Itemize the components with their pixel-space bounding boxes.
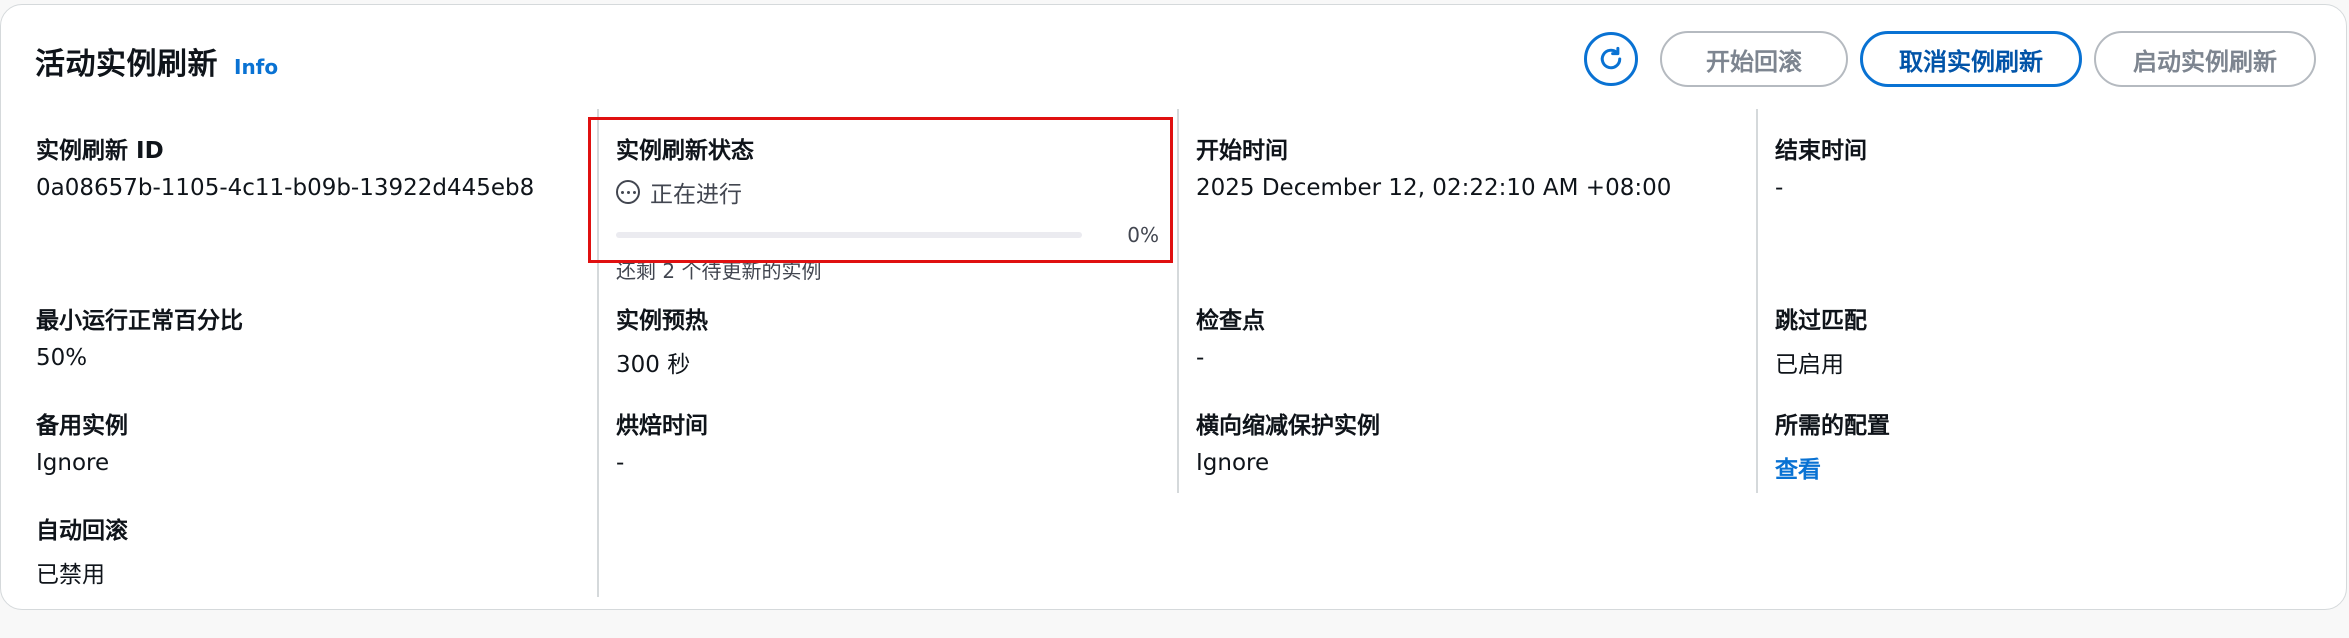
field-skip-matching: 跳过匹配 已启用 xyxy=(1775,301,1867,379)
field-value: - xyxy=(1196,345,1205,371)
field-refresh-id: 实例刷新 ID 0a08657b-1105-4c11-b09b-13922d44… xyxy=(36,131,534,201)
field-warmup: 实例预热 300 秒 xyxy=(616,301,708,379)
field-start-time: 开始时间 2025 December 12, 02:22:10 AM +08:0… xyxy=(1196,131,1671,201)
page-title: 活动实例刷新 xyxy=(35,47,218,82)
field-value: 已启用 xyxy=(1775,352,1844,378)
field-label: 最小运行正常百分比 xyxy=(36,308,243,334)
field-label: 实例刷新 ID xyxy=(36,138,164,164)
action-bar: 开始回滚 取消实例刷新 启动实例刷新 xyxy=(1584,31,2316,87)
field-value: Ignore xyxy=(1196,450,1270,476)
field-label: 横向缩减保护实例 xyxy=(1196,413,1380,439)
cancel-refresh-button[interactable]: 取消实例刷新 xyxy=(1860,31,2082,87)
status-highlight-box xyxy=(588,117,1173,263)
field-scale-in-protection: 横向缩减保护实例 Ignore xyxy=(1196,406,1380,476)
field-label: 跳过匹配 xyxy=(1775,308,1867,334)
column-divider xyxy=(1756,109,1758,493)
start-refresh-button[interactable]: 启动实例刷新 xyxy=(2094,31,2316,87)
field-value: 0a08657b-1105-4c11-b09b-13922d445eb8 xyxy=(36,175,535,201)
field-value: 2025 December 12, 02:22:10 AM +08:00 xyxy=(1196,175,1672,201)
field-desired-config: 所需的配置 查看 xyxy=(1775,406,1890,484)
field-standby: 备用实例 Ignore xyxy=(36,406,128,476)
field-min-healthy: 最小运行正常百分比 50% xyxy=(36,301,243,371)
field-value: Ignore xyxy=(36,450,110,476)
refresh-button[interactable] xyxy=(1584,32,1638,86)
field-value: 300 秒 xyxy=(616,352,691,378)
field-value: 50% xyxy=(36,345,88,371)
view-config-link[interactable]: 查看 xyxy=(1775,450,1890,484)
field-value: - xyxy=(1775,175,1784,201)
field-end-time: 结束时间 - xyxy=(1775,131,1867,201)
field-label: 自动回滚 xyxy=(36,518,128,544)
field-bake-time: 烘焙时间 - xyxy=(616,406,708,476)
field-label: 所需的配置 xyxy=(1775,413,1890,439)
info-link[interactable]: Info xyxy=(234,55,278,79)
field-value: - xyxy=(616,450,625,476)
field-label: 开始时间 xyxy=(1196,138,1288,164)
field-label: 结束时间 xyxy=(1775,138,1867,164)
refresh-icon xyxy=(1600,46,1622,70)
start-rollback-button[interactable]: 开始回滚 xyxy=(1660,31,1848,87)
field-label: 备用实例 xyxy=(36,413,128,439)
field-label: 检查点 xyxy=(1196,308,1265,334)
active-instance-refresh-panel: 活动实例刷新 Info 开始回滚 取消实例刷新 启动实例刷新 实例刷新 ID 0… xyxy=(0,4,2347,610)
field-label: 实例预热 xyxy=(616,308,708,334)
field-auto-rollback: 自动回滚 已禁用 xyxy=(36,511,128,589)
panel-header: 活动实例刷新 Info xyxy=(35,39,278,83)
column-divider xyxy=(1177,109,1179,493)
field-value: 已禁用 xyxy=(36,562,105,588)
field-label: 烘焙时间 xyxy=(616,413,708,439)
field-checkpoint: 检查点 - xyxy=(1196,301,1265,371)
